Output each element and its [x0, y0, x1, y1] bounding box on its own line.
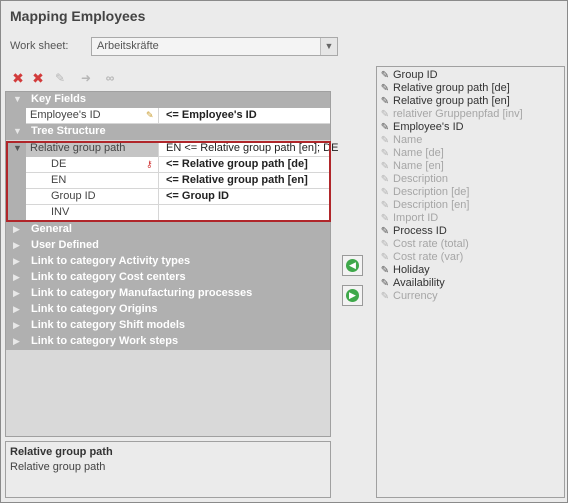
- pen-icon: ✎: [380, 291, 390, 302]
- row-de[interactable]: DE ⚷ <= Relative group path [de]: [6, 157, 330, 173]
- field-list-item-label: Import ID: [393, 212, 439, 224]
- field-list-item-label: Group ID: [393, 69, 438, 81]
- row-name: Relative group path: [26, 141, 159, 157]
- description-text: Relative group path: [10, 461, 106, 473]
- arrow-icon[interactable]: ➜: [77, 69, 95, 87]
- field-list-item-label: Cost rate (total): [393, 238, 469, 250]
- row-employee-id[interactable]: Employee's ID ✎ <= Employee's ID: [6, 108, 330, 124]
- row-value: <= Relative group path [de]: [166, 158, 308, 170]
- row-name: Employee's ID: [26, 108, 159, 124]
- worksheet-select[interactable]: Arbeitskräfte ▼: [91, 37, 338, 56]
- field-list-item-label: Description [en]: [393, 199, 470, 211]
- row-value: EN <= Relative group path [en]; DE: [166, 142, 339, 154]
- category-manufacturing-processes[interactable]: ▶ Link to category Manufacturing process…: [6, 286, 330, 302]
- chevron-down-icon: ▼: [13, 126, 22, 136]
- category-shift-models[interactable]: ▶ Link to category Shift models: [6, 318, 330, 334]
- field-list-item-label: Holiday: [393, 264, 430, 276]
- category-activity-types[interactable]: ▶ Link to category Activity types: [6, 254, 330, 270]
- window-title: Mapping Employees: [10, 8, 146, 24]
- category-user-defined[interactable]: ▶ User Defined: [6, 238, 330, 254]
- pen-icon: ✎: [380, 70, 390, 81]
- chevron-down-icon[interactable]: ▼: [320, 38, 337, 55]
- row-inv[interactable]: INV: [6, 205, 330, 221]
- pen-icon: ✎: [380, 135, 390, 146]
- chevron-down-icon: ▼: [13, 94, 22, 104]
- pen-icon: ✎: [380, 213, 390, 224]
- description-heading: Relative group path: [10, 446, 113, 458]
- pen-icon: ✎: [380, 96, 390, 107]
- description-panel: Relative group path Relative group path: [5, 441, 331, 498]
- field-list-item-label: Description [de]: [393, 186, 470, 198]
- field-list-item-label: Cost rate (var): [393, 251, 464, 263]
- row-name: INV: [26, 205, 159, 221]
- chevron-right-icon: ▶: [13, 240, 20, 250]
- arrow-right-icon: ▶: [346, 289, 359, 302]
- delete-icon[interactable]: ✖: [9, 69, 27, 87]
- row-group-id[interactable]: Group ID <= Group ID: [6, 189, 330, 205]
- category-key-fields[interactable]: ▼ Key Fields: [6, 92, 330, 108]
- grid-empty-area: [6, 351, 330, 436]
- chevron-right-icon: ▶: [13, 224, 20, 234]
- worksheet-label: Work sheet:: [10, 40, 69, 52]
- chevron-down-icon[interactable]: ▼: [13, 141, 22, 156]
- delete-all-icon[interactable]: ✖: [29, 69, 47, 87]
- field-list-item-label: Currency: [393, 290, 438, 302]
- field-list-item-label: Availability: [393, 277, 445, 289]
- row-relative-group-path[interactable]: ▼ Relative group path EN <= Relative gro…: [6, 141, 338, 157]
- field-list-item-label: Description: [393, 173, 449, 185]
- row-value: <= Relative group path [en]: [166, 174, 308, 186]
- field-list-item-label: Relative group path [de]: [393, 82, 510, 94]
- worksheet-value: Arbeitskräfte: [97, 40, 159, 52]
- row-en[interactable]: EN <= Relative group path [en]: [6, 173, 330, 189]
- edit-icon[interactable]: ✎: [51, 69, 69, 87]
- field-list-item-label: relativer Gruppenpfad [inv]: [393, 108, 523, 120]
- pen-icon: ✎: [380, 109, 390, 120]
- chevron-right-icon: ▶: [13, 272, 20, 282]
- chevron-right-icon: ▶: [13, 304, 20, 314]
- pen-icon: ✎: [380, 226, 390, 237]
- row-name: DE: [26, 157, 159, 173]
- pen-icon: ✎: [380, 122, 390, 133]
- field-list-item-label: Name [de]: [393, 147, 444, 159]
- pen-icon: ✎: [380, 265, 390, 276]
- chevron-right-icon: ▶: [13, 336, 20, 346]
- row-value: <= Employee's ID: [166, 109, 257, 121]
- key-icon: ✎: [146, 110, 154, 120]
- move-left-button[interactable]: ◀: [342, 255, 363, 276]
- mapping-window: Mapping Employees Work sheet: Arbeitskrä…: [0, 0, 568, 503]
- pen-icon: ✎: [380, 161, 390, 172]
- arrow-left-icon: ◀: [346, 259, 359, 272]
- category-work-steps[interactable]: ▶ Link to category Work steps: [6, 334, 330, 350]
- category-general[interactable]: ▶ General: [6, 222, 330, 238]
- pen-icon: ✎: [380, 148, 390, 159]
- row-value: <= Group ID: [166, 190, 229, 202]
- move-right-button[interactable]: ▶: [342, 285, 363, 306]
- chevron-right-icon: ▶: [13, 288, 20, 298]
- row-name: EN: [26, 173, 159, 189]
- key-icon: ⚷: [146, 159, 153, 169]
- pen-icon: ✎: [380, 239, 390, 250]
- pen-icon: ✎: [380, 252, 390, 263]
- pen-icon: ✎: [380, 187, 390, 198]
- source-field-list: ✎ Group ID ✎ Relative group path [de] ✎ Relat…: [376, 66, 565, 498]
- category-tree-structure[interactable]: ▼ Tree Structure: [6, 124, 330, 140]
- pen-icon: ✎: [380, 174, 390, 185]
- pen-icon: ✎: [380, 200, 390, 211]
- field-list-item-label: Name: [393, 134, 423, 146]
- category-cost-centers[interactable]: ▶ Link to category Cost centers: [6, 270, 330, 286]
- field-list-item-label: Relative group path [en]: [393, 95, 510, 107]
- link-icon[interactable]: ∞: [101, 69, 119, 87]
- category-origins[interactable]: ▶ Link to category Origins: [6, 302, 330, 318]
- property-grid: ▼ Key Fields Employee's ID ✎ <= Employee…: [5, 91, 338, 437]
- field-list-item-label: Name [en]: [393, 160, 444, 172]
- field-list-item-label: Employee's ID: [393, 121, 464, 133]
- chevron-right-icon: ▶: [13, 320, 20, 330]
- row-name: Group ID: [26, 189, 159, 205]
- pen-icon: ✎: [380, 83, 390, 94]
- field-list-item-label: Process ID: [393, 225, 447, 237]
- chevron-right-icon: ▶: [13, 256, 20, 266]
- pen-icon: ✎: [380, 278, 390, 289]
